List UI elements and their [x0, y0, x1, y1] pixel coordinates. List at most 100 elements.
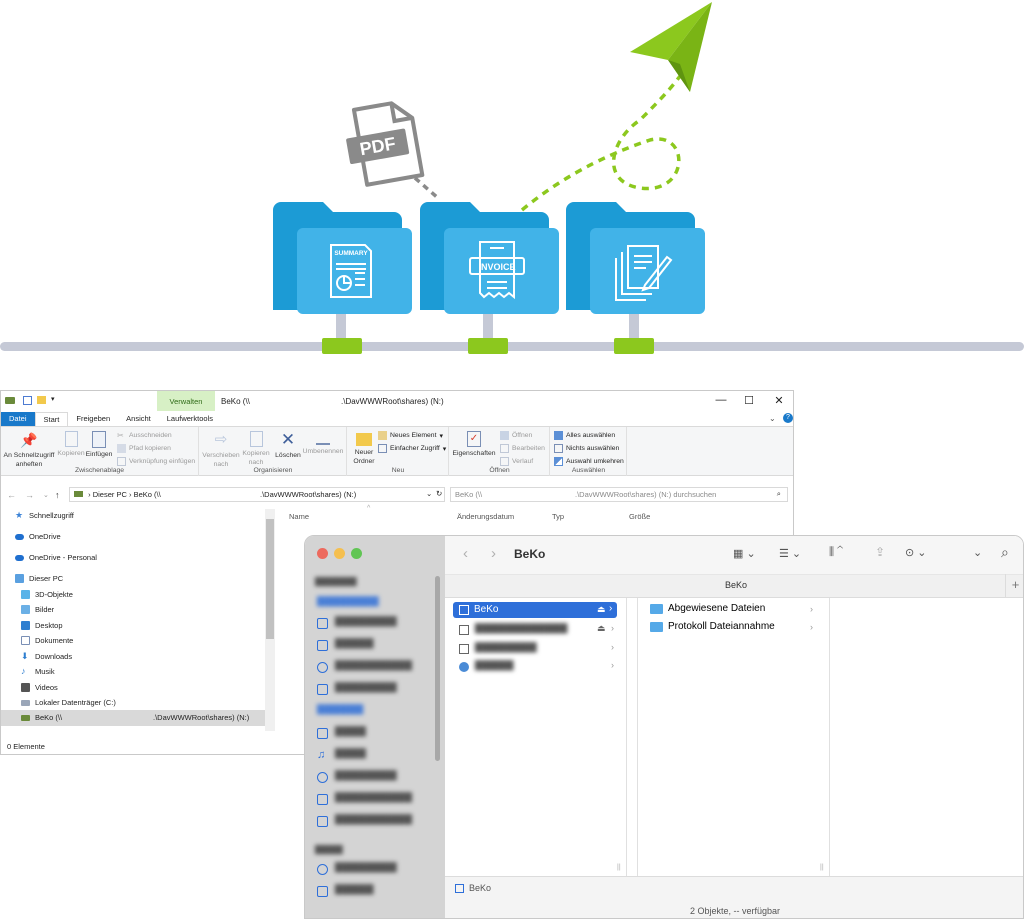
properties-quick-icon[interactable]: [23, 396, 32, 405]
sidebar-item-downloads[interactable]: ⬇ Downloads: [21, 652, 72, 662]
cut-button[interactable]: ✂ Ausschneiden: [117, 431, 172, 440]
breadcrumb-dieser-pc[interactable]: Dieser PC: [93, 490, 127, 499]
sidebar-item-blurred[interactable]: ▇▇▇▇▇▇▇▇: [335, 770, 397, 781]
column-resize-handle[interactable]: ||: [617, 864, 621, 871]
copy-path-button[interactable]: Pfad kopieren: [117, 444, 171, 453]
sidebar-item-blurred[interactable]: ▇▇▇▇▇: [335, 884, 373, 895]
back-icon[interactable]: ←: [7, 490, 16, 500]
up-icon[interactable]: ↑: [55, 490, 60, 500]
sidebar-item-dieser-pc[interactable]: Dieser PC: [15, 574, 63, 583]
tab-freigeben[interactable]: Freigeben: [68, 412, 118, 426]
select-none-button[interactable]: Nichts auswählen: [554, 444, 619, 453]
sidebar-item-onedrive-personal[interactable]: OneDrive - Personal: [15, 553, 97, 562]
refresh-icon[interactable]: ↻: [436, 489, 442, 498]
easy-access-button[interactable]: Einfacher Zugriff ▾: [378, 444, 446, 453]
sidebar-item-blurred[interactable]: ▇▇▇▇▇: [335, 638, 373, 649]
new-item-button[interactable]: Neues Element ▾: [378, 431, 443, 440]
close-button[interactable]: ✕: [769, 394, 789, 407]
sidebar-item-local-disk[interactable]: Lokaler Datenträger (C:): [21, 698, 116, 707]
sidebar-item-blurred[interactable]: ▇▇▇▇▇▇▇▇▇▇: [335, 792, 412, 803]
search-icon[interactable]: ⌕: [1001, 544, 1009, 561]
sidebar-item-blurred[interactable]: ▇▇▇▇▇▇: [317, 704, 363, 715]
new-tab-button[interactable]: +: [1005, 574, 1023, 598]
tab-title[interactable]: BeKo: [725, 580, 747, 590]
select-all-button[interactable]: Alles auswählen: [554, 431, 615, 440]
breadcrumb-beko[interactable]: BeKo (\\: [134, 490, 161, 499]
more-actions-icon[interactable]: ⊙ ⌄: [905, 546, 927, 559]
sidebar-item-desktop[interactable]: Desktop: [21, 621, 63, 630]
maximize-button[interactable]: ☐: [739, 394, 759, 407]
paste-button[interactable]: Einfügen: [85, 429, 113, 459]
sidebar-item-blurred[interactable]: ▇▇▇▇▇▇▇▇: [317, 596, 379, 607]
sidebar-item-blurred[interactable]: ▇▇▇▇▇▇▇▇: [335, 862, 397, 873]
move-to-button[interactable]: ⇨ Verschieben nach: [202, 429, 240, 469]
invert-selection-button[interactable]: Auswahl umkehren: [554, 457, 624, 466]
sidebar-item-musik[interactable]: ♪ Musik: [21, 667, 55, 677]
rename-button[interactable]: Umbenennen: [302, 429, 344, 456]
properties-button[interactable]: ✓ Eigenschaften: [452, 429, 496, 458]
path-bar[interactable]: BeKo: [455, 883, 491, 893]
sidebar-item-onedrive[interactable]: OneDrive: [15, 532, 61, 541]
sidebar-item-videos[interactable]: Videos: [21, 683, 58, 692]
tab-datei[interactable]: Datei: [1, 412, 35, 426]
copy-to-button[interactable]: Kopieren nach: [240, 429, 272, 467]
column-name[interactable]: Name: [289, 512, 309, 521]
eject-icon[interactable]: ⏏: [597, 604, 606, 615]
sidebar-item-blurred[interactable]: ▇▇▇▇▇▇▇▇: [335, 682, 397, 693]
sidebar-item-blurred[interactable]: ▇▇▇▇: [335, 726, 366, 737]
tab-start[interactable]: Start: [34, 412, 69, 426]
edit-button[interactable]: Bearbeiten: [500, 444, 545, 453]
breadcrumb-path[interactable]: .\DavWWWRoot\shares) (N:): [260, 490, 356, 499]
tab-laufwerktools[interactable]: Laufwerktools: [159, 412, 221, 426]
sidebar-item-bilder[interactable]: Bilder: [21, 605, 54, 614]
search-icon[interactable]: ⌕: [777, 489, 781, 499]
open-button[interactable]: Öffnen: [500, 431, 532, 440]
share-icon[interactable]: ⇪: [875, 545, 885, 559]
copy-button[interactable]: Kopieren: [57, 429, 85, 458]
recent-dropdown-icon[interactable]: ⌄: [43, 491, 49, 499]
sidebar-item-dokumente[interactable]: Dokumente: [21, 636, 73, 645]
zoom-button[interactable]: [351, 548, 362, 559]
delete-button[interactable]: ✕ Löschen: [274, 429, 302, 460]
address-bar[interactable]: › Dieser PC › BeKo (\\ .\DavWWWRoot\shar…: [69, 487, 445, 502]
chevron-down-icon[interactable]: ⌄: [973, 546, 982, 559]
forward-icon[interactable]: ›: [491, 545, 496, 562]
column-size[interactable]: Größe: [629, 512, 650, 521]
help-icon[interactable]: ?: [783, 413, 793, 423]
location-beko[interactable]: BeKo ⏏ ›: [453, 602, 617, 618]
new-folder-button[interactable]: Neuer Ordner: [350, 429, 378, 466]
minimize-button[interactable]: [334, 548, 345, 559]
pin-quick-access-button[interactable]: 📌 An Schnellzugriff anheften: [3, 429, 55, 469]
scrollbar-thumb[interactable]: [266, 519, 274, 639]
sidebar-item-blurred[interactable]: ▇▇▇▇▇▇▇▇▇▇: [335, 814, 412, 825]
sidebar-item-schnellzugriff[interactable]: ★ Schnellzugriff: [15, 511, 74, 521]
sidebar-item-3d-objekte[interactable]: 3D-Objekte: [21, 590, 73, 599]
view-grid-icon[interactable]: ▦ ⌄: [733, 547, 756, 560]
group-list-icon[interactable]: ☰ ⌄: [779, 547, 801, 560]
close-button[interactable]: [317, 548, 328, 559]
sidebar-item-beko-selected[interactable]: BeKo (\\ .\DavWWWRoot\shares) (N:): [1, 710, 265, 726]
sidebar-scrollbar[interactable]: [435, 576, 440, 761]
column-resize-handle[interactable]: ||: [820, 864, 824, 871]
eject-icon[interactable]: ⏏: [597, 623, 606, 634]
column-type[interactable]: Typ: [552, 512, 564, 521]
address-dropdown-icon[interactable]: ⌄: [426, 489, 432, 498]
tab-verwalten[interactable]: Verwalten: [157, 391, 215, 411]
back-icon[interactable]: ‹: [463, 545, 468, 562]
folder-row-protokoll[interactable]: Protokoll Dateiannahme: [650, 621, 775, 632]
minimize-button[interactable]: —: [711, 394, 731, 406]
location-blurred-1[interactable]: ▇▇▇▇▇▇▇▇▇▇▇▇ ⏏ ›: [459, 623, 619, 637]
sidebar-item-blurred[interactable]: ▇▇▇▇▇▇▇▇: [335, 616, 397, 627]
columns-view-icon[interactable]: ⫼ ⌃: [829, 546, 843, 559]
history-button[interactable]: Verlauf: [500, 457, 533, 466]
sidebar-item-blurred[interactable]: ▇▇▇▇: [335, 748, 366, 759]
tab-ansicht[interactable]: Ansicht: [118, 412, 159, 426]
paste-shortcut-button[interactable]: Verknüpfung einfügen: [117, 457, 195, 466]
location-blurred-3[interactable]: ▇▇▇▇▇ ›: [459, 660, 619, 674]
chevron-down-icon[interactable]: ⌄: [769, 414, 776, 423]
search-box[interactable]: BeKo (\\ .\DavWWWRoot\shares) (N:) durch…: [450, 487, 788, 502]
column-date[interactable]: Änderungsdatum: [457, 512, 514, 521]
folder-quick-icon[interactable]: [37, 396, 46, 404]
location-blurred-2[interactable]: ▇▇▇▇▇▇▇▇ ›: [459, 642, 619, 656]
sidebar-item-blurred[interactable]: ▇▇▇▇▇▇▇▇▇▇: [335, 660, 412, 671]
